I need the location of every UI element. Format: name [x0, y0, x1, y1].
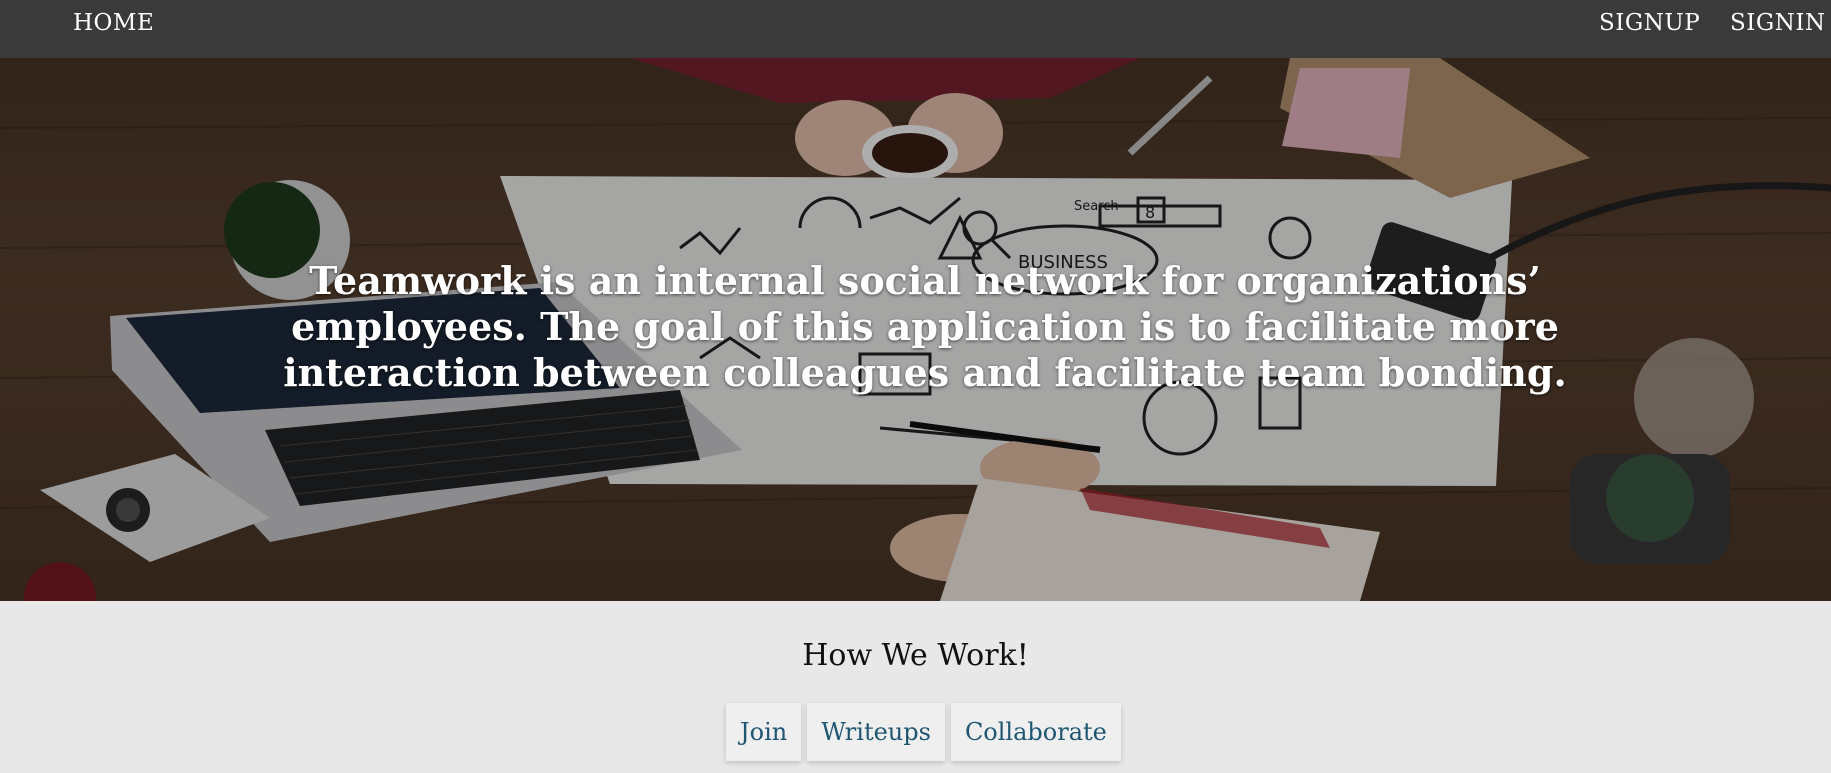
- tab-collaborate[interactable]: Collaborate: [950, 703, 1121, 761]
- hero-description-line: interaction between colleagues and facil…: [283, 350, 1567, 395]
- tab-join[interactable]: Join: [726, 703, 802, 761]
- hero-description-line: Teamwork is an internal social network f…: [309, 258, 1541, 303]
- how-we-work-tabs: Join Writeups Collaborate: [726, 703, 1121, 761]
- hero-description: Teamwork is an internal social network f…: [215, 258, 1635, 396]
- nav-home-link[interactable]: HOME: [73, 10, 154, 36]
- nav-signup-link[interactable]: SIGNUP: [1599, 10, 1700, 36]
- top-nav-bar: HOME SIGNUP SIGNIN: [0, 0, 1831, 58]
- nav-signin-link[interactable]: SIGNIN: [1730, 10, 1826, 36]
- tab-writeups[interactable]: Writeups: [807, 703, 945, 761]
- section-title: How We Work!: [802, 638, 1029, 673]
- hero-banner: BUSINESS Search 8 Teamwork is an interna…: [0, 58, 1831, 601]
- hero-description-line: employees. The goal of this application …: [291, 304, 1559, 349]
